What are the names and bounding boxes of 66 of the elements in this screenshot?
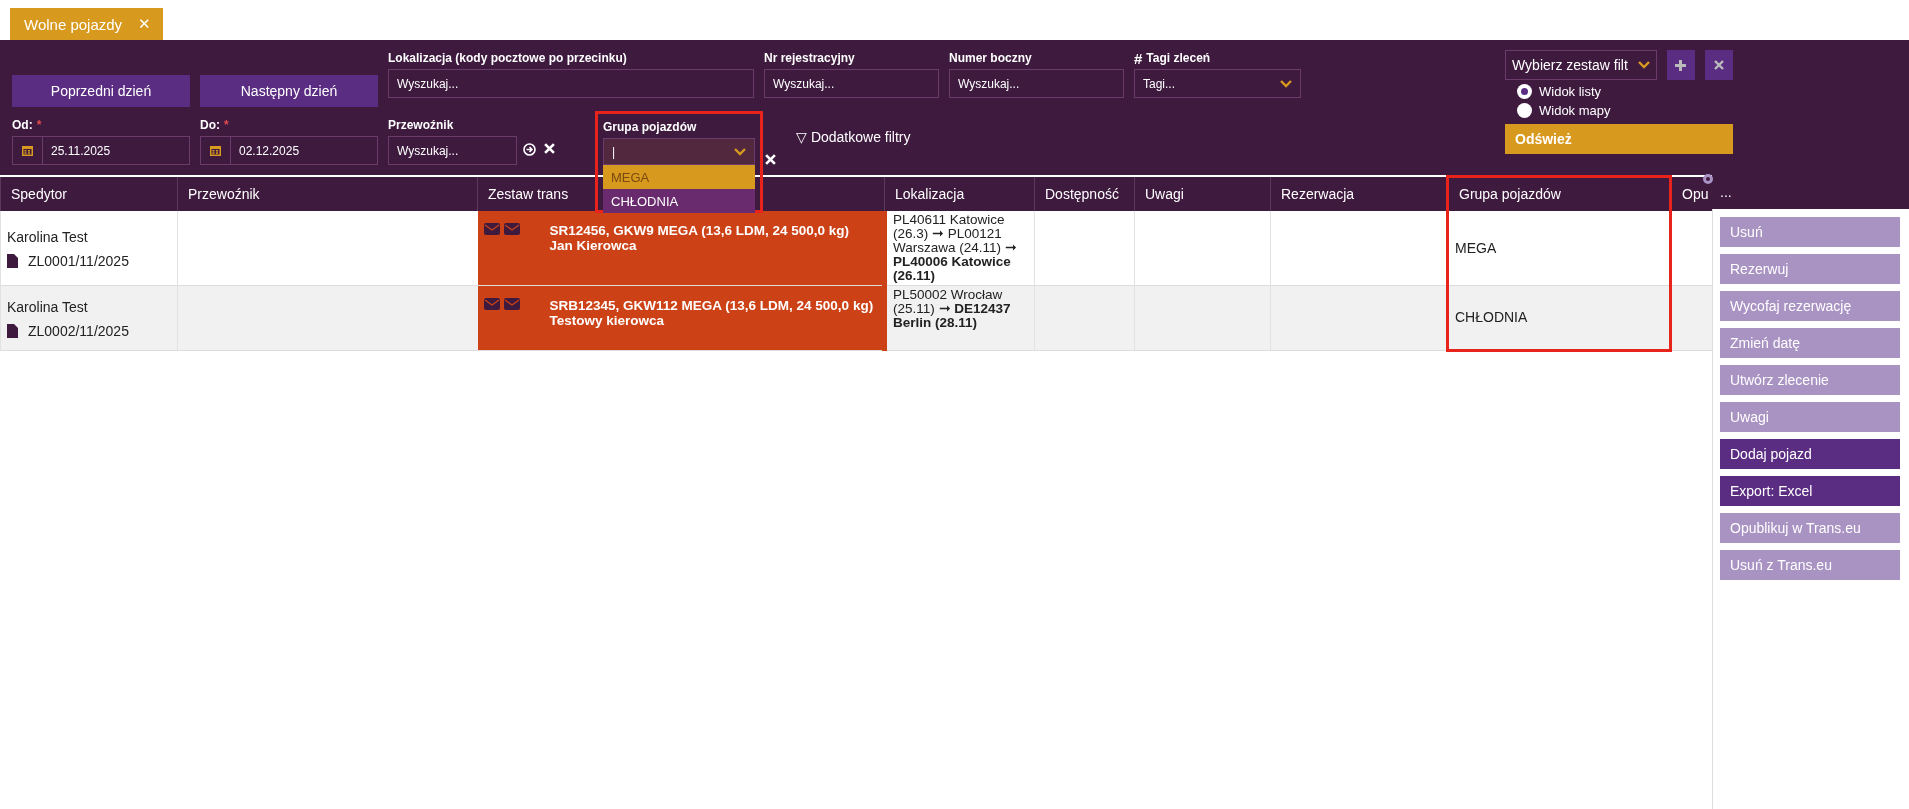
- close-icon[interactable]: [1713, 60, 1724, 70]
- envelope-icon: [503, 297, 520, 310]
- field-label: Od:: [12, 118, 33, 132]
- order-number[interactable]: ZL0001/11/2025: [28, 253, 129, 269]
- field-label: Lokalizacja (kody pocztowe po przecinku): [388, 50, 628, 66]
- field-label: Numer boczny: [949, 50, 1033, 66]
- previous-day-button[interactable]: Poprzedni dzień: [12, 75, 190, 107]
- required-mark: *: [224, 118, 229, 132]
- envelope-icon: [503, 222, 520, 235]
- column-menu[interactable]: ...: [1720, 184, 1732, 200]
- date-field[interactable]: 02.12.2025: [200, 136, 378, 165]
- add-button[interactable]: [1666, 50, 1695, 80]
- more-filters-link[interactable]: ▽ Dodatkowe filtry: [796, 129, 911, 145]
- table-cell: CHŁODNIA: [1447, 285, 1671, 350]
- required-mark: *: [36, 118, 42, 132]
- field-label: Przewoźnik: [388, 117, 455, 133]
- filter-set-dropdown[interactable]: Wybierz zestaw filt: [1505, 50, 1657, 80]
- document-icon: [7, 254, 18, 268]
- search-field[interactable]: Wyszukaj...: [388, 136, 517, 165]
- column-header[interactable]: Opu: [1670, 176, 1713, 211]
- column-header[interactable]: Przewoźnik: [177, 176, 478, 211]
- column-header[interactable]: Rezerwacja: [1270, 176, 1448, 211]
- vehicle-set-text: SR12456, GKW9 MEGA (13,6 LDM, 24 500,0 kg) Jan Kierowca: [549, 222, 850, 253]
- location-cell: PL50002 Wrocław (25.11) ➞ DE12437 Berlin (28.11): [884, 285, 1035, 350]
- column-header[interactable]: Grupa pojazdów: [1447, 176, 1671, 211]
- search-field[interactable]: Wyszukaj...: [388, 69, 754, 98]
- forwarder-name: Karolina Test: [7, 229, 89, 245]
- chevron-down-icon: [1280, 79, 1292, 88]
- action-button[interactable]: Dodaj pojazd: [1720, 439, 1900, 469]
- field-label: Grupa pojazdów: [603, 119, 698, 135]
- vehicle-group-select[interactable]: |: [603, 138, 755, 165]
- search-field[interactable]: Wyszukaj...: [949, 69, 1124, 98]
- radio-button[interactable]: [1517, 103, 1532, 118]
- delete-button[interactable]: [1704, 50, 1733, 80]
- date-field[interactable]: 25.11.2025: [12, 136, 190, 165]
- calendar-icon: [210, 145, 221, 156]
- arrow-circle-icon[interactable]: [523, 143, 536, 156]
- dropdown-option[interactable]: CHŁODNIA: [603, 189, 755, 213]
- vehicle-set-text: SRB12345, GKW112 MEGA (13,6 LDM, 24 500,0 kg) Testowy kierowca: [549, 297, 874, 328]
- hash-icon: #: [1134, 49, 1143, 67]
- field-label: Do:: [200, 118, 220, 132]
- clear-icon[interactable]: [544, 143, 555, 154]
- action-button[interactable]: Export: Excel: [1720, 476, 1900, 506]
- column-header[interactable]: Lokalizacja: [884, 176, 1035, 211]
- calendar-icon: [22, 145, 33, 156]
- tags-dropdown[interactable]: Tagi...: [1134, 69, 1301, 98]
- search-field[interactable]: Wyszukaj...: [764, 69, 939, 98]
- radio-option[interactable]: Widok listy: [1517, 84, 1733, 99]
- radio-option[interactable]: Widok mapy: [1517, 103, 1733, 118]
- envelope-icon: [483, 297, 500, 310]
- field-label: Nr rejestracyjny: [764, 50, 856, 66]
- clear-icon[interactable]: [765, 154, 776, 165]
- document-icon: [7, 324, 18, 338]
- column-header[interactable]: Uwagi: [1134, 176, 1271, 211]
- field-label: Tagi zleceń: [1146, 51, 1211, 65]
- chevron-down-icon: [1637, 61, 1650, 69]
- radio-button[interactable]: [1517, 84, 1532, 99]
- envelope-icon: [483, 222, 500, 235]
- column-header[interactable]: Dostępność: [1034, 176, 1135, 211]
- order-number[interactable]: ZL0002/11/2025: [28, 323, 129, 339]
- gear-icon[interactable]: [1700, 171, 1715, 186]
- next-day-button[interactable]: Następny dzień: [200, 75, 378, 107]
- forwarder-name: Karolina Test: [7, 299, 89, 315]
- chevron-down-icon: [734, 147, 746, 156]
- column-header[interactable]: Spedytor: [0, 176, 178, 211]
- plus-icon: [1675, 59, 1687, 71]
